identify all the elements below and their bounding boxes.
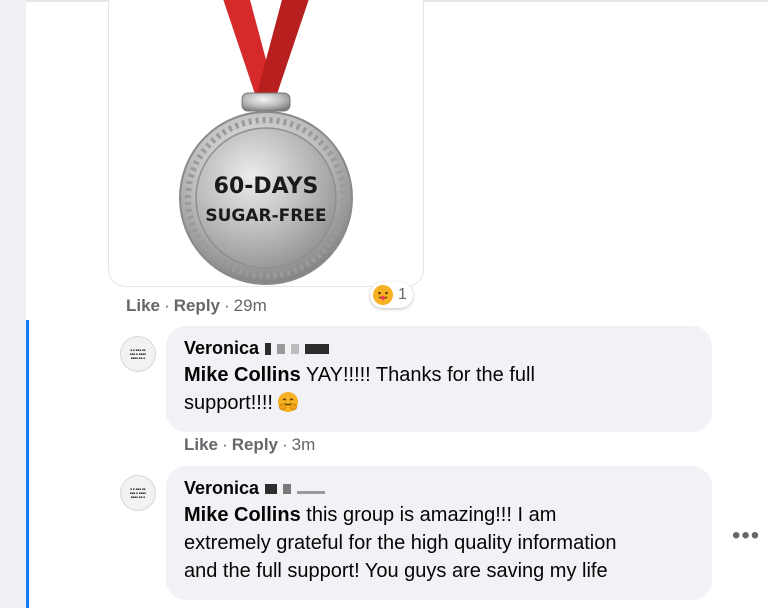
medal-image: 60-DAYS SUGAR-FREE [109,0,423,286]
comment-author[interactable]: Veronica [184,338,696,359]
hugging-face-icon [277,391,299,413]
comment-author[interactable]: Veronica [184,478,696,499]
avatar[interactable]: ■ ■ ■■■ ■■ ■■■ ■ ■■■■ ■■■■ ■■ ■ [120,475,156,511]
timestamp: 29m [233,296,267,315]
comment-meta: Like · Reply · 3m [184,435,316,454]
comment-bubble: Veronica Mike Collins this group is amaz… [166,466,712,600]
like-button[interactable]: Like [126,296,160,315]
more-options-icon[interactable]: ••• [732,522,760,550]
mention-link[interactable]: Mike Collins [184,364,301,386]
avatar[interactable]: ■ ■ ■■■ ■■ ■■■ ■ ■■■■ ■■■■ ■■ ■ [120,336,156,372]
post-meta: Like · Reply · 29m [126,296,267,315]
mention-link[interactable]: Mike Collins [184,504,301,526]
medal-line-2: SUGAR-FREE [205,206,326,226]
medal-line-1: 60-DAYS [214,174,319,199]
reaction-count: 1 [398,286,407,303]
left-rail [0,0,26,608]
reaction-summary[interactable]: 1 [370,282,413,308]
thread-highlight-line [26,320,29,608]
redacted-surname [265,342,330,355]
redacted-surname [265,483,326,494]
reply-button[interactable]: Reply [174,296,220,315]
timestamp: 3m [291,435,316,454]
like-button[interactable]: Like [184,435,218,454]
comment-bubble: Veronica Mike Collins YAY!!!!! Thanks fo… [166,326,712,432]
care-reaction-icon [372,284,394,306]
reply-button[interactable]: Reply [232,435,278,454]
comment-text: Mike Collins YAY!!!!! Thanks for the ful… [184,364,535,414]
comment-text: Mike Collins this group is amazing!!! I … [184,504,617,582]
comment-image-attachment[interactable]: 60-DAYS SUGAR-FREE [108,0,424,287]
